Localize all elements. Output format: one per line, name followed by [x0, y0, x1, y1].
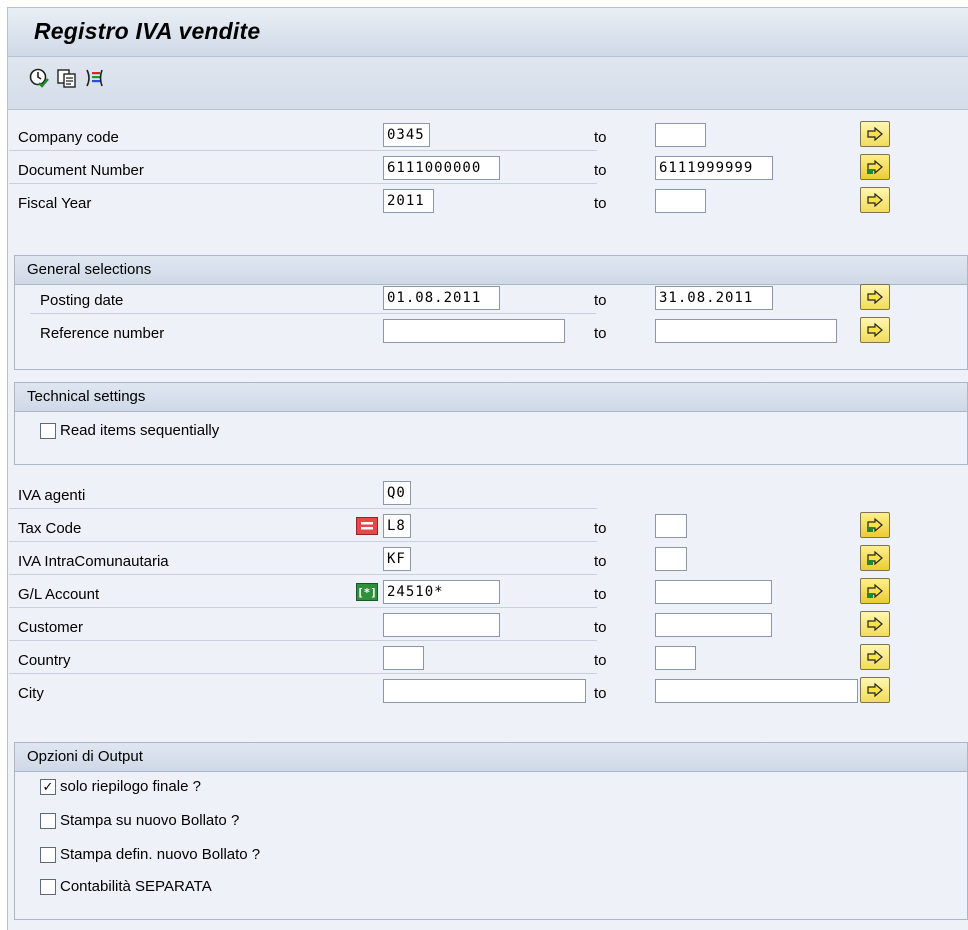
- iva-agenti-input[interactable]: Q0: [383, 481, 411, 505]
- document-number-low-input[interactable]: 6111000000: [383, 156, 500, 180]
- gl-account-low-input[interactable]: 24510*: [383, 580, 500, 604]
- stampa-nuovo-bollato-checkbox[interactable]: [40, 813, 56, 829]
- city-low-input[interactable]: [383, 679, 586, 703]
- fiscal-year-label: Fiscal Year: [18, 195, 92, 212]
- company-code-low-input[interactable]: 0345: [383, 123, 430, 147]
- document-number-multiple-selection-button[interactable]: [860, 154, 890, 180]
- iva-intracomunautaria-low-input[interactable]: KF: [383, 547, 411, 571]
- title-bar: Registro IVA vendite: [8, 8, 968, 57]
- group-header: Technical settings: [15, 383, 967, 412]
- selection-options-icon[interactable]: [84, 67, 106, 89]
- iva-intracomunautaria-label: IVA IntraComunautaria: [18, 553, 169, 570]
- document-number-high-input[interactable]: 6111999999: [655, 156, 773, 180]
- fiscal-year-high-input[interactable]: [655, 189, 706, 213]
- equals-option-icon[interactable]: [356, 517, 378, 535]
- tax-code-high-input[interactable]: [655, 514, 687, 538]
- row-divider: [9, 607, 597, 608]
- group-header: Opzioni di Output: [15, 743, 967, 772]
- reference-number-high-input[interactable]: [655, 319, 837, 343]
- application-toolbar: [8, 57, 968, 110]
- customer-multiple-selection-button[interactable]: [860, 611, 890, 637]
- solo-riepilogo-checkbox[interactable]: ✓: [40, 779, 56, 795]
- to-label: to: [594, 685, 607, 702]
- row-divider: [9, 541, 597, 542]
- company-code-high-input[interactable]: [655, 123, 706, 147]
- posting-date-multiple-selection-button[interactable]: [860, 284, 890, 310]
- posting-date-label: Posting date: [40, 292, 124, 309]
- group-title: Opzioni di Output: [27, 748, 143, 765]
- group-title: General selections: [27, 261, 152, 278]
- contabilita-separata-checkbox[interactable]: [40, 879, 56, 895]
- group-title: Technical settings: [27, 388, 146, 405]
- row-divider: [9, 640, 597, 641]
- to-label: to: [594, 195, 607, 212]
- city-high-input[interactable]: [655, 679, 858, 703]
- page-title: Registro IVA vendite: [34, 18, 261, 44]
- to-label: to: [594, 619, 607, 636]
- solo-riepilogo-label: solo riepilogo finale ?: [60, 778, 201, 795]
- country-low-input[interactable]: [383, 646, 424, 670]
- row-divider: [9, 574, 597, 575]
- country-high-input[interactable]: [655, 646, 696, 670]
- stampa-defin-bollato-label: Stampa defin. nuovo Bollato ?: [60, 846, 261, 863]
- row-divider: [9, 183, 597, 184]
- customer-low-input[interactable]: [383, 613, 500, 637]
- contabilita-separata-label: Contabilità SEPARATA: [60, 878, 212, 895]
- posting-date-low-input[interactable]: 01.08.2011: [383, 286, 500, 310]
- reference-number-label: Reference number: [40, 325, 165, 342]
- company-code-multiple-selection-button[interactable]: [860, 121, 890, 147]
- execute-icon[interactable]: [28, 67, 50, 89]
- city-multiple-selection-button[interactable]: [860, 677, 890, 703]
- iva-intracomunautaria-multiple-selection-button[interactable]: [860, 545, 890, 571]
- get-variant-icon[interactable]: [56, 67, 78, 89]
- to-label: to: [594, 553, 607, 570]
- fiscal-year-low-input[interactable]: 2011: [383, 189, 434, 213]
- tax-code-label: Tax Code: [18, 520, 82, 537]
- to-label: to: [594, 586, 607, 603]
- stampa-nuovo-bollato-label: Stampa su nuovo Bollato ?: [60, 812, 240, 829]
- tax-code-multiple-selection-button[interactable]: [860, 512, 890, 538]
- reference-number-low-input[interactable]: [383, 319, 565, 343]
- row-divider: [9, 508, 597, 509]
- gl-account-label: G/L Account: [18, 586, 100, 603]
- svg-text:[*]: [*]: [357, 586, 377, 599]
- row-divider: [30, 313, 596, 314]
- iva-intracomunautaria-high-input[interactable]: [655, 547, 687, 571]
- to-label: to: [594, 652, 607, 669]
- pattern-option-icon[interactable]: [*]: [356, 583, 378, 601]
- country-label: Country: [18, 652, 71, 669]
- to-label: to: [594, 129, 607, 146]
- gl-account-multiple-selection-button[interactable]: [860, 578, 890, 604]
- group-header: General selections: [15, 256, 967, 285]
- read-items-sequentially-label: Read items sequentially: [60, 422, 220, 439]
- country-multiple-selection-button[interactable]: [860, 644, 890, 670]
- city-label: City: [18, 685, 44, 702]
- posting-date-high-input[interactable]: 31.08.2011: [655, 286, 773, 310]
- customer-label: Customer: [18, 619, 84, 636]
- to-label: to: [594, 292, 607, 309]
- company-code-label: Company code: [18, 129, 119, 146]
- read-items-sequentially-checkbox[interactable]: [40, 423, 56, 439]
- reference-number-multiple-selection-button[interactable]: [860, 317, 890, 343]
- gl-account-high-input[interactable]: [655, 580, 772, 604]
- to-label: to: [594, 325, 607, 342]
- customer-high-input[interactable]: [655, 613, 772, 637]
- tax-code-low-input[interactable]: L8: [383, 514, 411, 538]
- row-divider: [9, 673, 597, 674]
- to-label: to: [594, 162, 607, 179]
- row-divider: [9, 150, 597, 151]
- iva-agenti-label: IVA agenti: [18, 487, 86, 504]
- stampa-defin-bollato-checkbox[interactable]: [40, 847, 56, 863]
- to-label: to: [594, 520, 607, 537]
- fiscal-year-multiple-selection-button[interactable]: [860, 187, 890, 213]
- document-number-label: Document Number: [18, 162, 144, 179]
